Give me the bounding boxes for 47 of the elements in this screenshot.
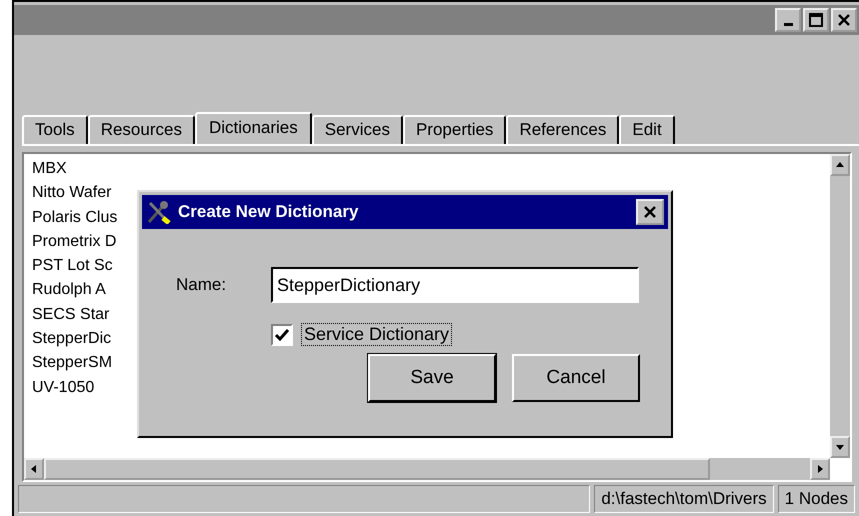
list-item[interactable]: SECS Star (32, 302, 110, 328)
name-label: Name: (176, 275, 228, 295)
status-text: 1 Nodes (778, 485, 855, 513)
close-icon (643, 205, 657, 219)
name-field[interactable]: StepperDictionary (271, 267, 639, 303)
list-item[interactable]: Prometrix D (32, 230, 116, 254)
horizontal-scrollbar[interactable] (24, 458, 830, 480)
scroll-left-button[interactable] (24, 458, 44, 480)
dialog-title: Create New Dictionary (178, 202, 360, 222)
tab[interactable]: Edit (619, 115, 675, 144)
scroll-up-button[interactable] (830, 154, 850, 176)
list-item[interactable]: StepperDic (32, 327, 112, 352)
dialog-close-button[interactable] (636, 199, 664, 225)
tab[interactable]: References (506, 115, 620, 144)
down-arrow-icon (835, 442, 845, 452)
dialog-button[interactable]: Save (368, 354, 496, 402)
maximize-button[interactable] (803, 8, 829, 32)
list-item[interactable]: UV-1050 (32, 376, 94, 400)
list-item[interactable]: MBX (32, 157, 67, 182)
check-icon (275, 328, 289, 340)
vertical-scrollbar[interactable] (830, 154, 850, 458)
scroll-down-button[interactable] (830, 436, 850, 458)
maximize-icon (809, 13, 823, 28)
minimize-icon (784, 23, 792, 26)
minimize-button[interactable] (775, 8, 801, 32)
list-item[interactable]: StepperSM (32, 351, 112, 376)
tab[interactable]: Dictionaries (194, 112, 312, 146)
up-arrow-icon (835, 160, 845, 170)
status-text: d:\fastech\tom\Drivers (594, 485, 774, 513)
close-button[interactable] (831, 8, 857, 32)
list-item[interactable]: PST Lot Sc (32, 254, 113, 278)
checkbox-label[interactable]: Service Dictionary (301, 323, 452, 346)
list-item[interactable]: Rudolph A (32, 278, 106, 303)
tab[interactable]: Services (312, 115, 403, 144)
right-arrow-icon (815, 464, 825, 474)
scroll-right-button[interactable] (810, 458, 830, 480)
list-item[interactable]: Nitto Wafer (32, 181, 112, 206)
tab[interactable]: Tools (22, 115, 88, 144)
checkbox[interactable] (271, 324, 293, 346)
dialog-button[interactable]: Cancel (512, 354, 640, 402)
left-arrow-icon (29, 464, 39, 474)
close-icon (837, 13, 851, 28)
tab[interactable]: Properties (402, 115, 506, 144)
list-item[interactable]: Polaris Clus (32, 206, 118, 230)
tab[interactable]: Resources (88, 115, 195, 144)
scroll-thumb[interactable] (44, 458, 710, 480)
tools-icon (146, 200, 172, 224)
